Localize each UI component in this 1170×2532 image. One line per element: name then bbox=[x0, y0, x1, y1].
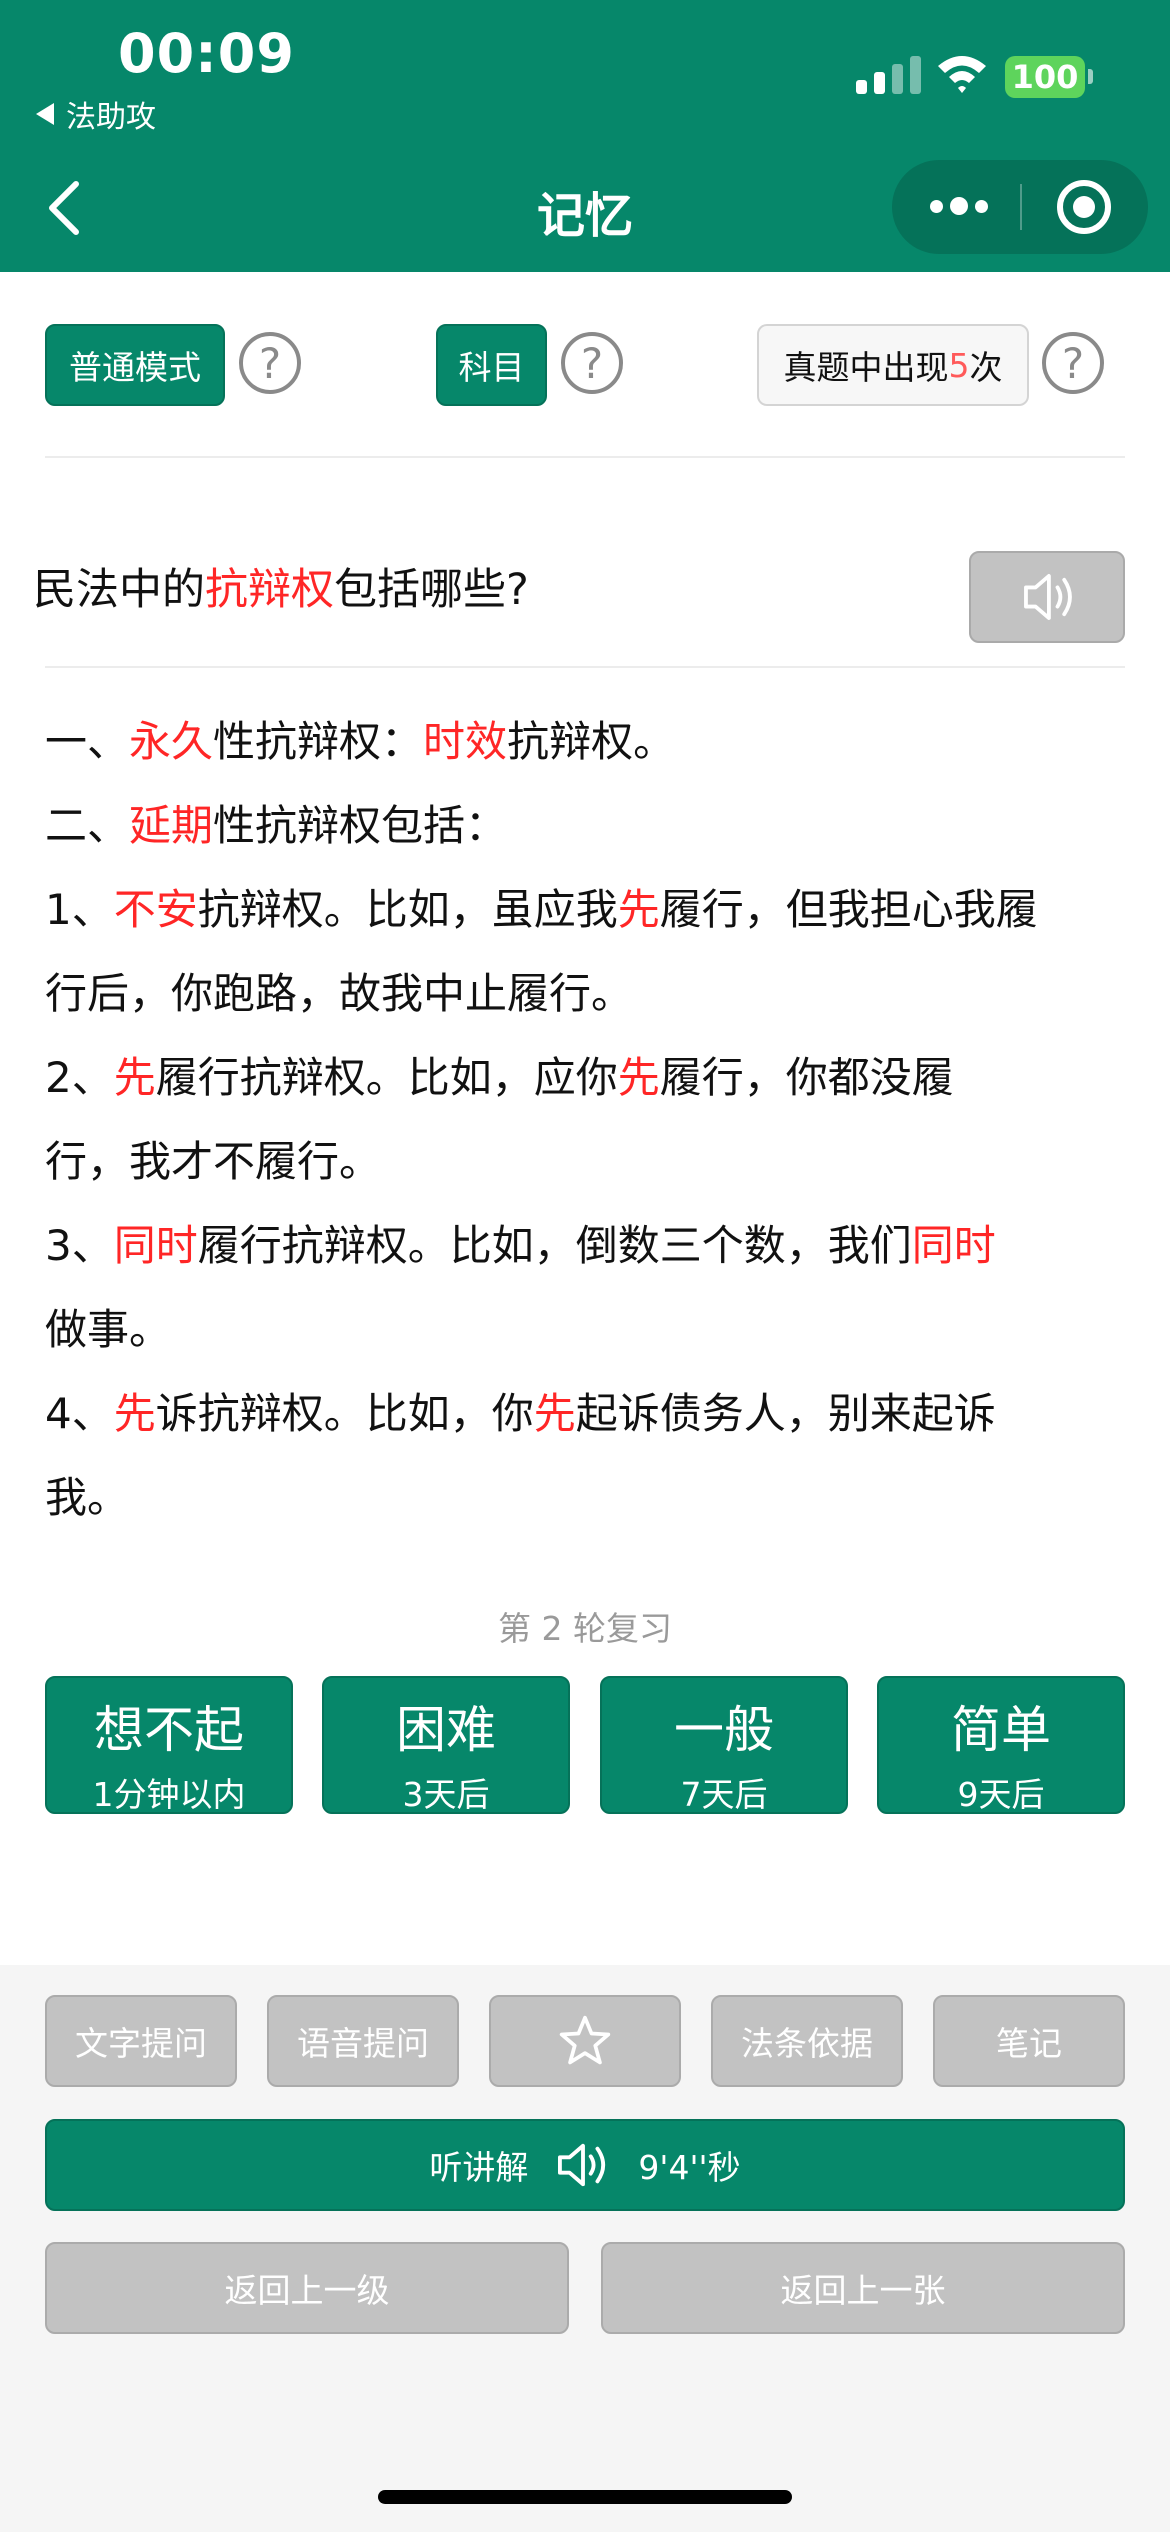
back-to-app-link[interactable]: 法助攻 bbox=[36, 92, 156, 136]
capsule-divider bbox=[1020, 184, 1022, 230]
notes-button[interactable]: 笔记 bbox=[933, 1995, 1125, 2087]
frequency-count: 5 bbox=[948, 345, 970, 385]
mode-help-icon[interactable]: ? bbox=[239, 332, 301, 394]
read-aloud-button[interactable] bbox=[969, 551, 1125, 643]
top-bar: 00:09 法助攻 100 记忆 bbox=[0, 0, 1170, 272]
speaker-icon bbox=[558, 2143, 606, 2187]
answer-line: 我。 bbox=[45, 1473, 130, 1518]
frequency-help-icon[interactable]: ? bbox=[1042, 332, 1104, 394]
battery-tip bbox=[1088, 69, 1093, 84]
review-round-label: 第 2 轮复习 bbox=[498, 1609, 672, 1648]
star-icon bbox=[559, 2015, 611, 2065]
close-target-icon[interactable] bbox=[1057, 180, 1111, 234]
more-dots-icon[interactable] bbox=[930, 197, 988, 215]
subject-button[interactable]: 科目 bbox=[436, 324, 547, 406]
battery-indicator: 100 bbox=[1005, 56, 1085, 98]
rating-normal-button[interactable]: 一般 7天后 bbox=[600, 1676, 848, 1814]
exam-frequency-badge[interactable]: 真题中出现 5 次 bbox=[757, 324, 1029, 406]
subject-help-icon[interactable]: ? bbox=[561, 332, 623, 394]
back-triangle-icon bbox=[36, 103, 54, 125]
question-keyword: 抗辩权 bbox=[205, 565, 334, 615]
answer-line: 二、延期性抗辩权包括： bbox=[45, 801, 508, 850]
answer-line: 做事。 bbox=[45, 1305, 172, 1354]
divider bbox=[45, 456, 1125, 458]
answer-line: 行后，你跑路，故我中止履行。 bbox=[45, 969, 634, 1018]
home-indicator[interactable] bbox=[378, 2490, 792, 2504]
answer-line: 一、永久性抗辩权：时效抗辩权。 bbox=[45, 717, 676, 766]
text-question-button[interactable]: 文字提问 bbox=[45, 1995, 237, 2087]
answer-line: 4、先诉抗辩权。比如，你先起诉债务人，别来起诉 bbox=[45, 1389, 996, 1438]
answer-line: 3、同时履行抗辩权。比如，倒数三个数，我们同时 bbox=[45, 1221, 996, 1270]
law-basis-button[interactable]: 法条依据 bbox=[711, 1995, 903, 2087]
divider bbox=[45, 666, 1125, 668]
answer-line: 1、不安抗辩权。比如，虽应我先履行，但我担心我履 bbox=[45, 885, 1038, 934]
mode-row: 普通模式 ? 科目 ? 真题中出现 5 次 ? bbox=[0, 324, 1170, 410]
status-time: 00:09 bbox=[118, 22, 295, 85]
answer-line: 2、先履行抗辩权。比如，应你先履行，你都没履 bbox=[45, 1053, 954, 1102]
answer-line: 行，我才不履行。 bbox=[45, 1137, 382, 1186]
listen-explanation-button[interactable]: 听讲解 9'4''秒 bbox=[45, 2119, 1125, 2211]
question-text: 民法中的抗辩权包括哪些? bbox=[33, 565, 529, 615]
listen-label: 听讲解 bbox=[429, 2148, 529, 2187]
rating-forgot-button[interactable]: 想不起 1分钟以内 bbox=[45, 1676, 293, 1814]
rating-easy-button[interactable]: 简单 9天后 bbox=[877, 1676, 1125, 1814]
back-level-button[interactable]: 返回上一级 bbox=[45, 2242, 569, 2334]
voice-question-button[interactable]: 语音提问 bbox=[267, 1995, 459, 2087]
rating-hard-button[interactable]: 困难 3天后 bbox=[322, 1676, 570, 1814]
previous-card-button[interactable]: 返回上一张 bbox=[601, 2242, 1125, 2334]
speaker-icon bbox=[1024, 574, 1072, 620]
mini-program-capsule bbox=[892, 160, 1148, 254]
listen-duration: 9'4''秒 bbox=[638, 2148, 741, 2187]
wifi-icon bbox=[938, 56, 986, 93]
back-app-label: 法助攻 bbox=[66, 100, 156, 135]
mode-button[interactable]: 普通模式 bbox=[45, 324, 225, 406]
answer-content: 一、永久性抗辩权：时效抗辩权。 二、延期性抗辩权包括： 1、不安抗辩权。比如，虽… bbox=[45, 700, 1135, 1518]
cellular-signal-icon bbox=[856, 56, 921, 94]
favorite-button[interactable] bbox=[489, 1995, 681, 2087]
